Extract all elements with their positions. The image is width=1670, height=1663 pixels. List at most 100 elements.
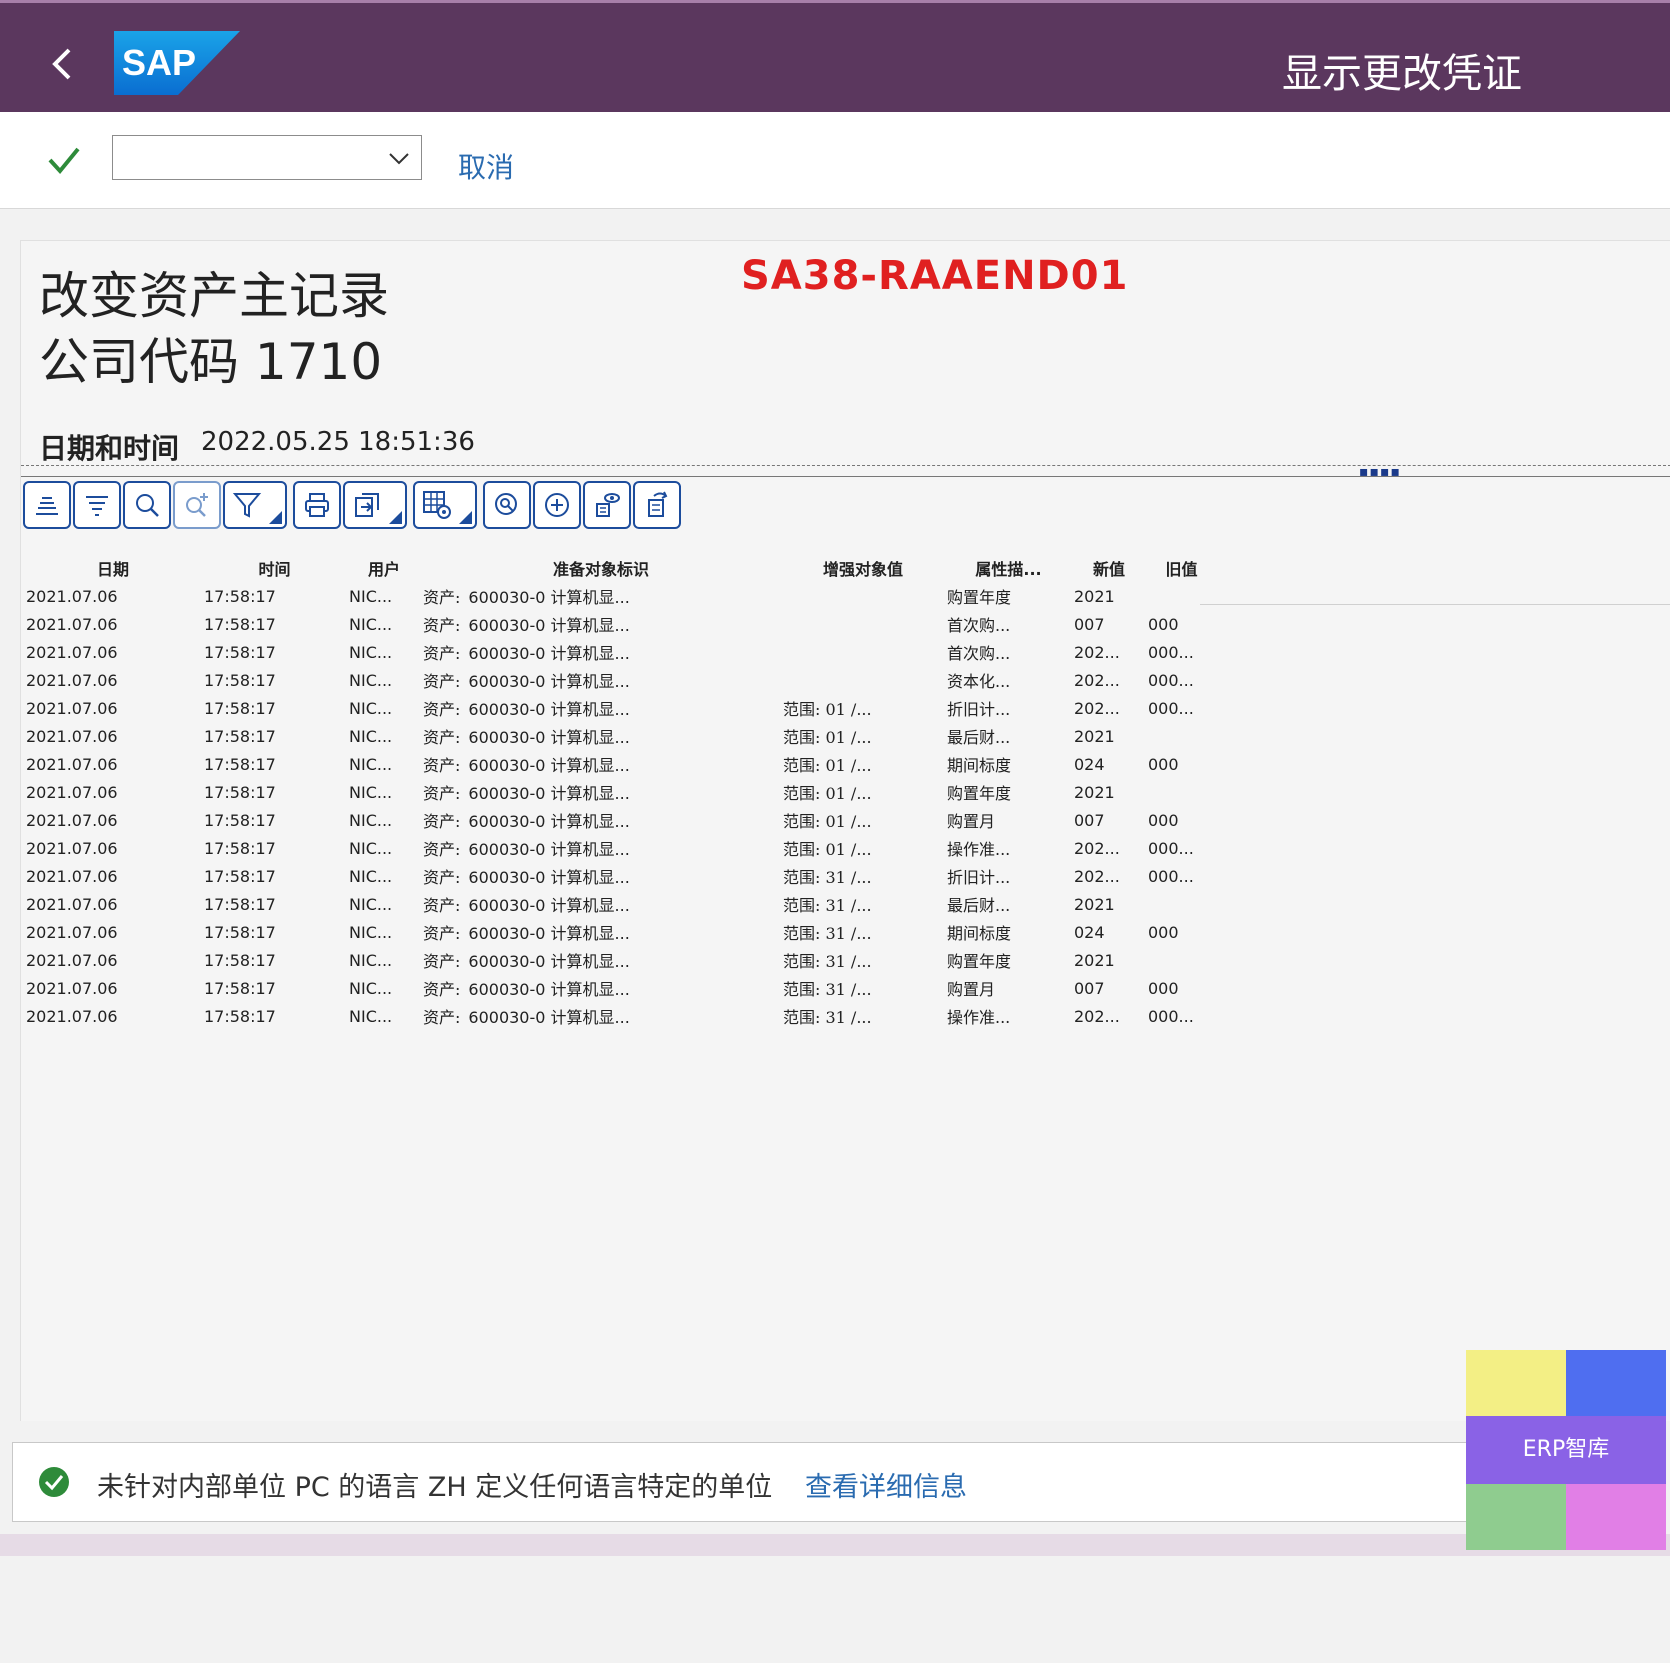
- cell-object-id[interactable]: 资产: 600030-0 计算机显...: [422, 919, 780, 945]
- column-header-enhanced-value[interactable]: 增强对象值: [782, 555, 944, 581]
- cell-attribute[interactable]: 最后财...: [946, 891, 1071, 917]
- cell-time[interactable]: 17:58:17: [203, 1003, 346, 1029]
- cell-object-id[interactable]: 资产: 600030-0 计算机显...: [422, 751, 780, 777]
- cell-enhanced-value[interactable]: [782, 639, 944, 665]
- cell-user[interactable]: NIC...: [348, 751, 420, 777]
- view-button[interactable]: [583, 481, 631, 529]
- cell-old-value[interactable]: 000...: [1147, 1003, 1216, 1029]
- cell-old-value[interactable]: 000: [1147, 919, 1216, 945]
- cell-attribute[interactable]: 期间标度: [946, 751, 1071, 777]
- cell-attribute[interactable]: 首次购...: [946, 611, 1071, 637]
- message-details-link[interactable]: 查看详细信息: [805, 1465, 967, 1504]
- find-button[interactable]: [123, 481, 171, 529]
- cell-user[interactable]: NIC...: [348, 1003, 420, 1029]
- cell-enhanced-value[interactable]: [782, 583, 944, 609]
- cell-attribute[interactable]: 最后财...: [946, 723, 1071, 749]
- cell-new-value[interactable]: 024: [1073, 751, 1145, 777]
- cell-new-value[interactable]: 024: [1073, 919, 1145, 945]
- cell-enhanced-value[interactable]: 范围: 01 /...: [782, 835, 944, 861]
- cell-time[interactable]: 17:58:17: [203, 779, 346, 805]
- table-row[interactable]: 2021.07.06 17:58:17 NIC... 资产: 600030-0 计算机显…: [25, 751, 1216, 777]
- cell-date[interactable]: 2021.07.06: [25, 583, 201, 609]
- cell-user[interactable]: NIC...: [348, 807, 420, 833]
- cell-old-value[interactable]: 000...: [1147, 667, 1216, 693]
- print-button[interactable]: [293, 481, 341, 529]
- cell-object-id[interactable]: 资产: 600030-0 计算机显...: [422, 611, 780, 637]
- confirm-button[interactable]: [44, 140, 84, 180]
- cell-attribute[interactable]: 购置月: [946, 807, 1071, 833]
- refresh-button[interactable]: [633, 481, 681, 529]
- export-button[interactable]: [343, 481, 407, 529]
- table-row[interactable]: 2021.07.06 17:58:17 NIC... 资产: 600030-0 计算机显…: [25, 723, 1216, 749]
- cell-enhanced-value[interactable]: 范围: 01 /...: [782, 723, 944, 749]
- table-row[interactable]: 2021.07.06 17:58:17 NIC... 资产: 600030-0 计算机显…: [25, 695, 1216, 721]
- cell-object-id[interactable]: 资产: 600030-0 计算机显...: [422, 779, 780, 805]
- cell-new-value[interactable]: 202...: [1073, 695, 1145, 721]
- cell-enhanced-value[interactable]: 范围: 01 /...: [782, 807, 944, 833]
- cell-object-id[interactable]: 资产: 600030-0 计算机显...: [422, 891, 780, 917]
- cell-user[interactable]: NIC...: [348, 779, 420, 805]
- column-header-old-value[interactable]: 旧值: [1147, 555, 1216, 581]
- layout-button[interactable]: [413, 481, 477, 529]
- cell-new-value[interactable]: 2021: [1073, 583, 1145, 609]
- cell-object-id[interactable]: 资产: 600030-0 计算机显...: [422, 695, 780, 721]
- cell-time[interactable]: 17:58:17: [203, 751, 346, 777]
- table-row[interactable]: 2021.07.06 17:58:17 NIC... 资产: 600030-0 计算机显…: [25, 639, 1216, 665]
- cell-date[interactable]: 2021.07.06: [25, 975, 201, 1001]
- details-button[interactable]: [483, 481, 531, 529]
- cell-user[interactable]: NIC...: [348, 639, 420, 665]
- cell-old-value[interactable]: [1147, 947, 1216, 973]
- cell-old-value[interactable]: 000...: [1147, 639, 1216, 665]
- table-row[interactable]: 2021.07.06 17:58:17 NIC... 资产: 600030-0 计算机显…: [25, 947, 1216, 973]
- cell-date[interactable]: 2021.07.06: [25, 639, 201, 665]
- filter-button[interactable]: [223, 481, 287, 529]
- cell-user[interactable]: NIC...: [348, 891, 420, 917]
- cell-enhanced-value[interactable]: 范围: 01 /...: [782, 695, 944, 721]
- cell-user[interactable]: NIC...: [348, 835, 420, 861]
- cell-date[interactable]: 2021.07.06: [25, 667, 201, 693]
- cell-old-value[interactable]: 000...: [1147, 863, 1216, 889]
- cell-attribute[interactable]: 折旧计...: [946, 695, 1071, 721]
- cell-time[interactable]: 17:58:17: [203, 695, 346, 721]
- cell-new-value[interactable]: 007: [1073, 807, 1145, 833]
- table-row[interactable]: 2021.07.06 17:58:17 NIC... 资产: 600030-0 计算机显…: [25, 667, 1216, 693]
- cell-time[interactable]: 17:58:17: [203, 975, 346, 1001]
- cell-old-value[interactable]: 000: [1147, 611, 1216, 637]
- cell-new-value[interactable]: 007: [1073, 611, 1145, 637]
- cell-time[interactable]: 17:58:17: [203, 863, 346, 889]
- cell-user[interactable]: NIC...: [348, 723, 420, 749]
- cell-user[interactable]: NIC...: [348, 975, 420, 1001]
- cell-time[interactable]: 17:58:17: [203, 891, 346, 917]
- cell-user[interactable]: NIC...: [348, 947, 420, 973]
- cell-attribute[interactable]: 首次购...: [946, 639, 1071, 665]
- command-field[interactable]: [112, 135, 422, 180]
- splitter-grip-icon[interactable]: ▪▪▪▪: [1359, 464, 1401, 480]
- cell-old-value[interactable]: [1147, 723, 1216, 749]
- cell-attribute[interactable]: 购置月: [946, 975, 1071, 1001]
- table-row[interactable]: 2021.07.06 17:58:17 NIC... 资产: 600030-0 计算机显…: [25, 807, 1216, 833]
- cell-date[interactable]: 2021.07.06: [25, 919, 201, 945]
- column-header-object-id[interactable]: 准备对象标识: [422, 555, 780, 581]
- table-row[interactable]: 2021.07.06 17:58:17 NIC... 资产: 600030-0 计算机显…: [25, 891, 1216, 917]
- cell-attribute[interactable]: 操作准...: [946, 835, 1071, 861]
- cell-user[interactable]: NIC...: [348, 919, 420, 945]
- cell-object-id[interactable]: 资产: 600030-0 计算机显...: [422, 667, 780, 693]
- cell-object-id[interactable]: 资产: 600030-0 计算机显...: [422, 975, 780, 1001]
- cell-new-value[interactable]: 202...: [1073, 835, 1145, 861]
- cell-new-value[interactable]: 2021: [1073, 891, 1145, 917]
- cell-new-value[interactable]: 007: [1073, 975, 1145, 1001]
- cell-new-value[interactable]: 202...: [1073, 667, 1145, 693]
- column-header-new-value[interactable]: 新值: [1073, 555, 1145, 581]
- cell-attribute[interactable]: 期间标度: [946, 919, 1071, 945]
- cell-user[interactable]: NIC...: [348, 583, 420, 609]
- cell-enhanced-value[interactable]: 范围: 31 /...: [782, 863, 944, 889]
- cell-date[interactable]: 2021.07.06: [25, 807, 201, 833]
- column-header-attribute[interactable]: 属性描...: [946, 555, 1071, 581]
- column-header-user[interactable]: 用户: [348, 555, 420, 581]
- table-row[interactable]: 2021.07.06 17:58:17 NIC... 资产: 600030-0 计算机显…: [25, 863, 1216, 889]
- cell-attribute[interactable]: 购置年度: [946, 779, 1071, 805]
- cell-enhanced-value[interactable]: 范围: 31 /...: [782, 891, 944, 917]
- cell-enhanced-value[interactable]: 范围: 31 /...: [782, 947, 944, 973]
- cell-date[interactable]: 2021.07.06: [25, 611, 201, 637]
- cell-date[interactable]: 2021.07.06: [25, 891, 201, 917]
